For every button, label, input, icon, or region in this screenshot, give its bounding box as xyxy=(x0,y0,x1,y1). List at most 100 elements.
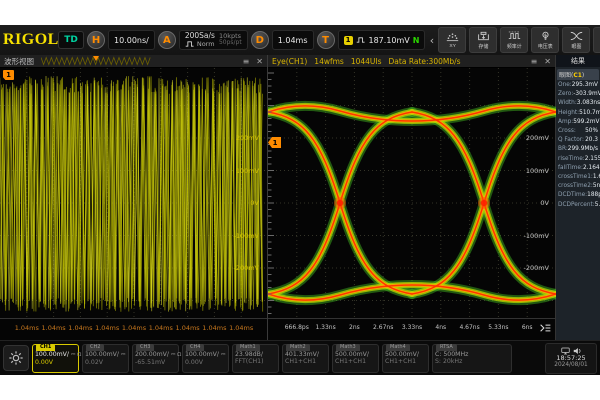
oscilloscope-ui: RIGOL T D H 10.00ns/ A 200Sa/s Norm 10kpt… xyxy=(0,25,600,375)
channel-box-math1[interactable]: Math123.98dB/ FFT(CH1) xyxy=(232,344,279,373)
menu-button-storage[interactable]: 存储 xyxy=(469,27,497,53)
eye-close-icon[interactable]: ✕ xyxy=(544,57,551,66)
waveform-view-window: 波形视图 ≡ ✕ 1 200mV 100mV 0V -100mV -200mV xyxy=(0,55,268,340)
delay-knob[interactable]: D xyxy=(251,31,269,49)
channel-box-math2[interactable]: Math2401.33mV/ CH1+CH1 xyxy=(282,344,329,373)
counter-icon xyxy=(508,31,521,41)
waveform-view-title: 波形视图 xyxy=(4,56,34,67)
measurement-row: DCDTime:188ps xyxy=(556,191,600,200)
measurement-row: fallTime:2.164ns xyxy=(556,164,600,173)
eye-menu-icon[interactable]: ≡ xyxy=(531,57,538,66)
waveform-y-label: -200mV xyxy=(233,264,259,272)
gear-icon xyxy=(8,350,24,366)
menu-button-eye[interactable]: 眼图 xyxy=(562,27,590,53)
waveform-x-label: 1.04ms xyxy=(41,324,65,332)
waveform-x-axis: 1.04ms1.04ms1.04ms1.04ms1.04ms1.04ms1.04… xyxy=(0,318,267,340)
waveform-y-label: 100mV xyxy=(236,167,259,175)
svg-text:1: 1 xyxy=(273,139,278,147)
channel-box-math4[interactable]: Math4500.00mV/ CH1+CH1 xyxy=(382,344,429,373)
eye-icon xyxy=(570,31,583,41)
measurement-row: Height:510.7mV xyxy=(556,109,600,118)
waveform-close-icon[interactable]: ✕ xyxy=(256,57,263,66)
horizontal-knob[interactable]: H xyxy=(87,31,105,49)
trigger-level-marker[interactable]: 1 xyxy=(268,137,281,148)
toolbar-scroll-left[interactable]: ‹ xyxy=(428,34,435,47)
waveform-plot[interactable]: 1 200mV 100mV 0V -100mV -200mV xyxy=(0,68,267,318)
waveform-x-label: 1.04ms xyxy=(202,324,226,332)
main-area: 波形视图 ≡ ✕ 1 200mV 100mV 0V -100mV -200mV xyxy=(0,55,600,340)
waveform-y-label: -100mV xyxy=(233,232,259,240)
trigger-source-badge: 1 xyxy=(344,36,353,45)
waveform-y-label: 200mV xyxy=(236,134,259,142)
eye-axis-menu-button[interactable] xyxy=(539,323,552,333)
eye-title: Eye(CH1) xyxy=(272,57,307,66)
trigger-type-icon xyxy=(356,36,366,44)
waveform-menu-icon[interactable]: ≡ xyxy=(243,57,250,66)
measurement-row: Q Factor:20.3 xyxy=(556,136,600,145)
channel-box-rtsa[interactable]: RTSAC: 500MHz S: 20kHz xyxy=(432,344,512,373)
eye-y-label: -200mV xyxy=(523,264,549,272)
eye-x-label: 4.67ns xyxy=(459,324,479,331)
waveform-x-label: 1.04ms xyxy=(15,324,39,332)
menu-button-counter[interactable]: 频率计 xyxy=(500,27,528,53)
eye-y-label: 100mV xyxy=(526,167,549,175)
measurement-row: Amp:599.2mV xyxy=(556,118,600,127)
top-toolbar: RIGOL T D H 10.00ns/ A 200Sa/s Norm 10kpt… xyxy=(0,25,600,55)
eye-x-label: 666.8ps xyxy=(285,324,309,331)
horizontal-scale-value[interactable]: 10.00ns/ xyxy=(108,30,155,50)
results-tab-eye-c1[interactable]: 眼图(C1) xyxy=(557,69,599,80)
measurement-row: DCDPercent:5.6% xyxy=(556,201,600,210)
eye-titlebar: Eye(CH1) 14wfms 1044UIs Data Rate:300Mb/… xyxy=(268,55,555,68)
waveform-x-label: 1.04ms xyxy=(95,324,119,332)
menu-button-xy[interactable]: XY xyxy=(438,27,466,53)
measurement-row: Cross:50% xyxy=(556,127,600,136)
eye-x-label: 3.33ns xyxy=(402,324,422,331)
eye-x-axis: 666.8ps1.33ns2ns2.67ns3.33ns4ns4.67ns5.3… xyxy=(268,318,555,340)
trigger-settings[interactable]: 1 187.10mV N xyxy=(338,30,426,50)
eye-x-label: 6ns xyxy=(522,324,533,331)
acquire-settings[interactable]: 200Sa/s Norm 10kpts 50ps/pt xyxy=(179,30,248,50)
waveform-view-titlebar: 波形视图 ≡ ✕ xyxy=(0,55,267,68)
waveform-preview xyxy=(41,56,151,66)
channel1-marker[interactable]: 1 xyxy=(3,70,14,80)
eye-y-label: -100mV xyxy=(523,232,549,240)
waveform-y-label: 0V xyxy=(250,199,259,207)
system-status-box[interactable]: 18:57:25 2024/08/01 xyxy=(545,343,597,374)
system-time: 18:57:25 xyxy=(556,355,585,363)
eye-x-label: 5.33ns xyxy=(488,324,508,331)
trigger-knob[interactable]: T xyxy=(317,31,335,49)
channel-box-ch2[interactable]: CH2100.00mV/ ⎓0.02V xyxy=(82,344,129,373)
trigger-edge-flag: N xyxy=(413,36,420,45)
channel-box-ch3[interactable]: CH3200.00mV/ ⎓ Ω-65.51mV xyxy=(132,344,179,373)
eye-diagram-window: Eye(CH1) 14wfms 1044UIs Data Rate:300Mb/… xyxy=(268,55,556,340)
eye-y-label: 200mV xyxy=(526,134,549,142)
trigger-level-value: 187.10mV xyxy=(369,36,410,45)
channel-box-math3[interactable]: Math3500.00mV/ CH1+CH1 xyxy=(332,344,379,373)
storage-icon xyxy=(477,31,490,41)
eye-x-label: 2ns xyxy=(349,324,360,331)
menu-button-voltmeter[interactable]: 电压表 xyxy=(531,27,559,53)
settings-button[interactable] xyxy=(3,345,29,371)
channel-box-ch4[interactable]: CH4100.00mV/ ⎓0.00V xyxy=(182,344,229,373)
eye-plot[interactable]: 1 200mV100mV0V-100mV-200mV xyxy=(268,68,555,318)
toolbar-menu: XY存储频率计电压表眼图解码波形录制 xyxy=(438,27,600,53)
acquire-knob[interactable]: A xyxy=(158,31,176,49)
waveform-x-label: 1.04ms xyxy=(229,324,253,332)
channel-box-ch1[interactable]: CH1100.00mV/ ⎓ Ω0.00V xyxy=(32,344,79,373)
rigol-logo: RIGOL xyxy=(3,31,55,49)
pulse-icon xyxy=(185,40,195,48)
eye-x-label: 2.67ns xyxy=(373,324,393,331)
eye-ui-count: 1044UIs xyxy=(351,57,382,66)
menu-button-decode[interactable]: 解码 xyxy=(593,27,600,53)
system-date: 2024/08/01 xyxy=(554,362,587,369)
measurement-row: One:295.3mV xyxy=(556,81,600,90)
xy-icon xyxy=(446,32,459,42)
sample-resolution: 50ps/pt xyxy=(219,40,242,47)
voltmeter-icon xyxy=(539,31,552,41)
waveform-x-label: 1.04ms xyxy=(122,324,146,332)
screenshot-frame: RIGOL T D H 10.00ns/ A 200Sa/s Norm 10kpt… xyxy=(0,0,600,400)
eye-x-label: 1.33ns xyxy=(315,324,335,331)
delay-value[interactable]: 1.04ms xyxy=(272,30,314,50)
results-title: 结果 xyxy=(556,55,600,67)
eye-data-rate: Data Rate:300Mb/s xyxy=(389,57,461,66)
